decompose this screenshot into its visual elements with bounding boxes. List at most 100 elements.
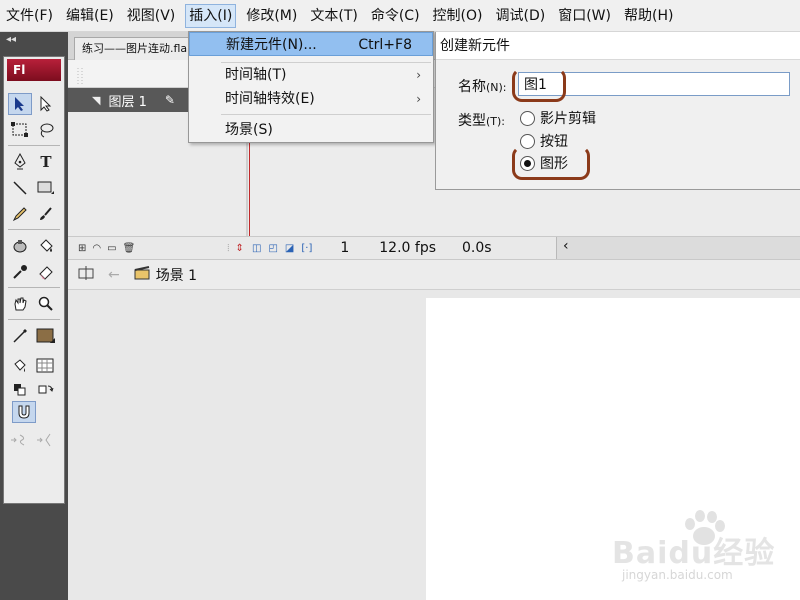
layer-page-icon: ◥ <box>92 93 101 107</box>
paint-bucket-icon[interactable] <box>34 235 58 257</box>
modify-markers-icon[interactable]: [·] <box>301 243 312 254</box>
menu-file[interactable]: 文件(F) <box>3 4 56 28</box>
menu-item-label: 时间轴特效(E) <box>225 91 315 107</box>
snap-magnet-icon[interactable] <box>12 401 36 423</box>
tool-separator <box>8 229 60 230</box>
brush-tool-icon[interactable] <box>34 203 58 225</box>
eyedropper-icon[interactable] <box>8 261 32 283</box>
menu-help[interactable]: 帮助(H) <box>621 4 676 28</box>
scroll-left-icon[interactable]: ‹ <box>563 238 569 254</box>
selection-tool-icon[interactable] <box>8 93 32 115</box>
menu-item-label: 时间轴(T) <box>225 67 287 83</box>
zoom-tool-icon[interactable] <box>34 293 58 315</box>
radio-button[interactable] <box>520 110 535 126</box>
timeline-scrollbar[interactable]: ‹ <box>556 237 800 259</box>
dialog-title: 创建新元件 <box>436 32 800 60</box>
menu-insert[interactable]: 插入(I) <box>185 3 237 28</box>
watermark: Baidu经验 jingyan.baidu.com <box>612 510 792 590</box>
lasso-tool-icon[interactable] <box>34 119 58 141</box>
free-transform-icon[interactable] <box>8 119 32 141</box>
radio-label: 影片剪辑 <box>540 111 596 127</box>
black-white-icon[interactable] <box>8 379 32 401</box>
tool-panel: ◂◂ Fl T <box>0 32 68 600</box>
onion-skin-tools: ◫ ◰ ◪ [·] <box>252 243 312 254</box>
center-frame-icon[interactable]: ⇕ <box>236 243 244 254</box>
menu-item-new-symbol[interactable]: 新建元件(N)... Ctrl+F8 <box>189 32 433 56</box>
rectangle-tool-icon[interactable] <box>34 177 58 199</box>
menu-modify[interactable]: 修改(M) <box>243 4 300 28</box>
type-movie-clip-radio[interactable]: 影片剪辑 <box>520 108 596 128</box>
tool-separator <box>8 319 60 320</box>
elapsed-time: 0.0s <box>462 240 492 256</box>
object-drawing-icon[interactable] <box>8 355 32 377</box>
insert-folder-icon[interactable]: ▭ <box>107 243 116 254</box>
scene-clapper-icon <box>134 265 150 284</box>
name-label: 名称(N): <box>458 76 507 96</box>
grip-icon: ⦙ <box>227 242 230 254</box>
document-tab[interactable]: 练习——图片连动.fla <box>74 37 204 60</box>
smooth-icon[interactable] <box>8 429 32 451</box>
menu-item-scene[interactable]: 场景(S) <box>189 118 433 142</box>
menu-separator <box>221 114 431 115</box>
timeline-toggle-icon[interactable] <box>78 265 94 285</box>
menu-view[interactable]: 视图(V) <box>124 4 179 28</box>
tools-box: Fl T <box>3 56 65 504</box>
hand-tool-icon[interactable] <box>8 293 32 315</box>
type-label-shortcut: (T): <box>486 115 506 128</box>
menu-bar: 文件(F) 编辑(E) 视图(V) 插入(I) 修改(M) 文本(T) 命令(C… <box>0 0 800 32</box>
menu-item-timeline-effects[interactable]: 时间轴特效(E) › <box>189 87 433 111</box>
name-label-text: 名称 <box>458 79 486 95</box>
name-label-shortcut: (N): <box>486 81 507 94</box>
delete-layer-icon[interactable]: 🗑 <box>123 243 136 254</box>
menu-control[interactable]: 控制(O) <box>430 4 486 28</box>
tool-separator <box>8 145 60 146</box>
layer-tools: ⊞ ◠ ▭ 🗑 ⦙ ⇕ <box>68 242 244 254</box>
grid-swatch-icon[interactable] <box>34 355 58 377</box>
submenu-arrow-icon: › <box>416 92 421 106</box>
subselection-tool-icon[interactable] <box>34 93 58 115</box>
back-arrow-icon[interactable]: ← <box>108 267 120 283</box>
ink-bottle-icon[interactable] <box>8 235 32 257</box>
fill-color-swatch[interactable] <box>34 325 58 347</box>
annotation-mark <box>512 68 566 102</box>
menu-debug[interactable]: 调试(D) <box>493 4 549 28</box>
scene-name: 场景 1 <box>155 267 198 284</box>
menu-text[interactable]: 文本(T) <box>307 4 360 28</box>
eraser-icon[interactable] <box>34 261 58 283</box>
swap-colors-icon[interactable] <box>34 379 58 401</box>
edit-multiple-icon[interactable]: ◪ <box>285 243 294 254</box>
pen-tool-icon[interactable] <box>8 151 32 173</box>
type-label-text: 类型 <box>458 113 486 129</box>
menu-item-label: 新建元件(N)... <box>226 37 317 53</box>
type-label: 类型(T): <box>458 110 505 130</box>
timeline-status-bar: ⊞ ◠ ▭ 🗑 ⦙ ⇕ ◫ ◰ ◪ [·] 1 12.0 fps 0.0s ‹ <box>68 236 800 260</box>
collapse-icon[interactable]: ◂◂ <box>6 34 16 45</box>
add-motion-guide-icon[interactable]: ◠ <box>92 243 101 254</box>
flash-logo: Fl <box>7 59 61 81</box>
onion-outline-icon[interactable]: ◰ <box>268 243 277 254</box>
menu-item-shortcut: Ctrl+F8 <box>358 37 412 53</box>
tool-separator <box>8 287 60 288</box>
frame-rate: 12.0 fps <box>379 240 436 256</box>
menu-window[interactable]: 窗口(W) <box>555 4 614 28</box>
watermark-text: Baidu经验 <box>612 536 776 571</box>
menu-edit[interactable]: 编辑(E) <box>63 4 117 28</box>
create-symbol-dialog: 创建新元件 名称(N): 类型(T): 影片剪辑 按钮 图形 <box>435 32 800 190</box>
line-tool-icon[interactable] <box>8 177 32 199</box>
menu-item-label: 场景(S) <box>225 122 273 138</box>
menu-item-timeline[interactable]: 时间轴(T) › <box>189 63 433 87</box>
stroke-color-icon[interactable] <box>8 325 32 347</box>
submenu-arrow-icon: › <box>416 68 421 82</box>
grip-icon <box>77 68 83 84</box>
pencil-tool-icon[interactable] <box>8 203 32 225</box>
onion-skin-icon[interactable]: ◫ <box>252 243 261 254</box>
text-tool-icon[interactable]: T <box>34 151 58 173</box>
annotation-mark <box>512 146 590 180</box>
watermark-url: jingyan.baidu.com <box>622 568 733 582</box>
menu-commands[interactable]: 命令(C) <box>368 4 423 28</box>
scene-bar: ← 场景 1 <box>68 260 800 290</box>
straighten-icon[interactable] <box>34 429 58 451</box>
pencil-icon: ✎ <box>164 93 175 107</box>
current-frame: 1 <box>340 240 350 256</box>
insert-layer-icon[interactable]: ⊞ <box>78 243 86 254</box>
